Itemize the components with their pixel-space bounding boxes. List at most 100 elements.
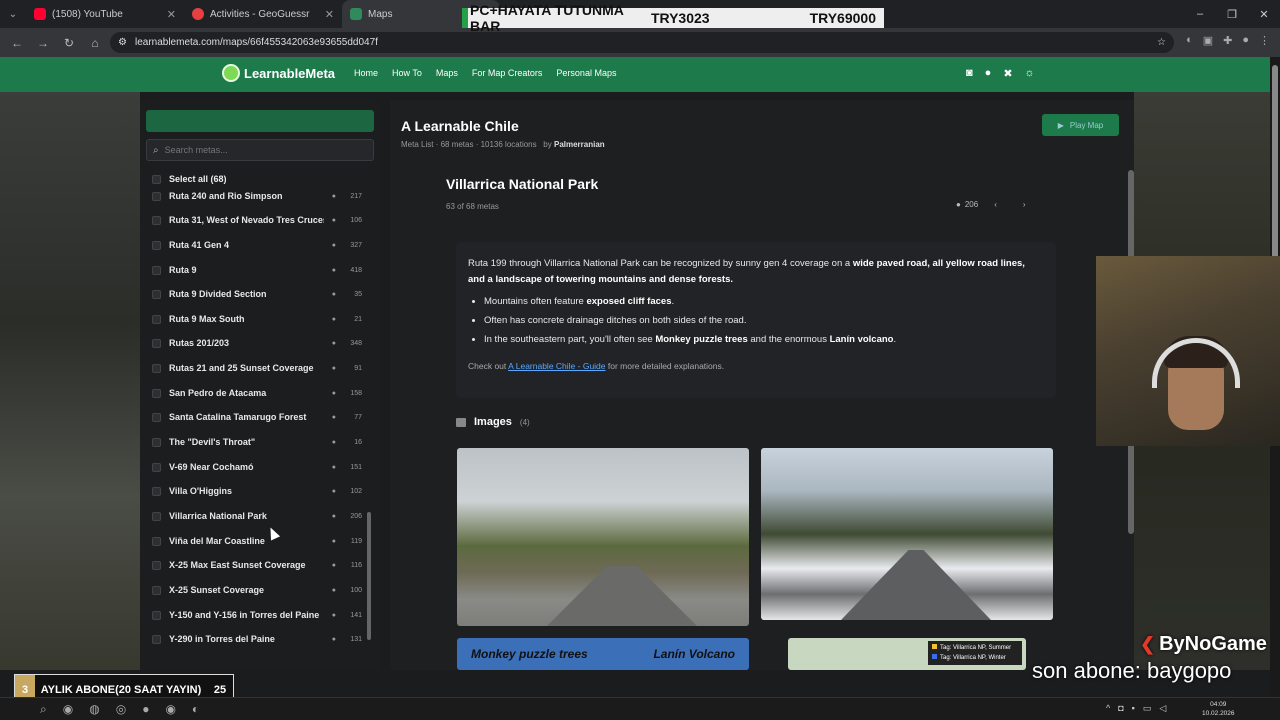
nav-maps[interactable]: Maps bbox=[436, 68, 458, 78]
nav-home[interactable]: Home bbox=[354, 68, 378, 78]
chrome-icon[interactable]: ◎ bbox=[116, 702, 126, 717]
select-all-checkbox[interactable] bbox=[152, 174, 161, 184]
meta-list-item[interactable]: Viña del Mar Coastline ● 119 bbox=[152, 531, 362, 551]
annotated-image[interactable]: Monkey puzzle trees Lanín Volcano bbox=[457, 638, 749, 670]
meta-list-item[interactable]: Rutas 21 and 25 Sunset Coverage ● 91 bbox=[152, 358, 362, 378]
meta-checkbox[interactable] bbox=[152, 585, 161, 595]
site-logo[interactable]: LearnableMeta bbox=[222, 64, 335, 82]
search-icon[interactable]: ⌕ bbox=[40, 702, 47, 717]
background-street-view bbox=[0, 92, 140, 670]
meta-checkbox[interactable] bbox=[152, 289, 161, 299]
meta-checkbox[interactable] bbox=[152, 338, 161, 348]
play-map-button[interactable]: ▶ Play Map bbox=[1042, 114, 1119, 136]
street-view-image[interactable] bbox=[761, 448, 1053, 620]
street-view-image[interactable] bbox=[457, 448, 749, 626]
meta-list-item[interactable]: Ruta 31, West of Nevado Tres Cruces ● 106 bbox=[152, 210, 362, 230]
tab-youtube[interactable]: (1508) YouTube ✕ bbox=[26, 0, 184, 28]
meta-list-item[interactable]: Santa Catalina Tamarugo Forest ● 77 bbox=[152, 407, 362, 427]
tray-arrow-icon[interactable]: ^ bbox=[1106, 703, 1110, 714]
nav-personal-maps[interactable]: Personal Maps bbox=[556, 68, 616, 78]
meta-list-item[interactable]: Ruta 9 Divided Section ● 35 bbox=[152, 284, 362, 304]
tab-geoguessr[interactable]: Activities - GeoGuessr ✕ bbox=[184, 0, 342, 28]
meta-list-item[interactable]: X-25 Sunset Coverage ● 100 bbox=[152, 580, 362, 600]
image-caption: Lanín Volcano bbox=[653, 647, 735, 661]
meta-list-item[interactable]: Ruta 41 Gen 4 ● 327 bbox=[152, 235, 362, 255]
meta-list-item[interactable]: San Pedro de Atacama ● 158 bbox=[152, 383, 362, 403]
tray-icon[interactable]: ◘ bbox=[1118, 703, 1123, 714]
restore-icon[interactable]: ❐ bbox=[1216, 0, 1248, 28]
meta-name: The "Devil's Throat" bbox=[169, 437, 256, 447]
search-metas-input[interactable] bbox=[164, 145, 355, 155]
scrollbar-thumb[interactable] bbox=[367, 512, 371, 640]
meta-list-item[interactable]: Y-150 and Y-156 in Torres del Paine ● 141 bbox=[152, 605, 362, 625]
nav-for-map-creators[interactable]: For Map Creators bbox=[472, 68, 543, 78]
meta-list-item[interactable]: Ruta 240 and Rio Simpson ● 217 bbox=[152, 190, 362, 206]
meta-checkbox[interactable] bbox=[152, 437, 161, 447]
extension-icon[interactable]: ◐ bbox=[1186, 34, 1193, 47]
tools-icon[interactable]: ✖ bbox=[1003, 67, 1012, 80]
tab-search-icon[interactable]: ⌄ bbox=[0, 0, 26, 28]
back-icon[interactable]: ← bbox=[6, 32, 28, 54]
app-icon[interactable]: ◍ bbox=[89, 702, 99, 717]
meta-list-item[interactable]: X-25 Max East Sunset Coverage ● 116 bbox=[152, 555, 362, 575]
site-info-icon[interactable]: ⚙ bbox=[118, 37, 127, 48]
volume-icon[interactable]: ◁ bbox=[1159, 703, 1166, 714]
network-icon[interactable]: ▭ bbox=[1143, 703, 1152, 714]
guide-link[interactable]: A Learnable Chile - Guide bbox=[508, 361, 605, 371]
user-icon[interactable]: ● bbox=[985, 67, 992, 80]
meta-checkbox[interactable] bbox=[152, 314, 161, 324]
forward-icon[interactable]: → bbox=[32, 32, 54, 54]
meta-name: V-69 Near Cochamó bbox=[169, 462, 254, 472]
meta-list-item[interactable]: Ruta 9 Max South ● 21 bbox=[152, 309, 362, 329]
app-icon[interactable]: ◉ bbox=[165, 702, 175, 717]
meta-list-item[interactable]: The "Devil's Throat" ● 16 bbox=[152, 432, 362, 452]
profile-icon[interactable]: ● bbox=[1242, 34, 1249, 47]
meta-checkbox[interactable] bbox=[152, 215, 161, 225]
meta-checkbox[interactable] bbox=[152, 610, 161, 620]
meta-list-item[interactable]: Villa O'Higgins ● 102 bbox=[152, 481, 362, 501]
nav-how-to[interactable]: How To bbox=[392, 68, 422, 78]
meta-checkbox[interactable] bbox=[152, 412, 161, 422]
meta-checkbox[interactable] bbox=[152, 265, 161, 275]
reload-icon[interactable]: ↻ bbox=[58, 32, 80, 54]
meta-checkbox[interactable] bbox=[152, 634, 161, 644]
meta-checkbox[interactable] bbox=[152, 486, 161, 496]
meta-list-item[interactable]: V-69 Near Cochamó ● 151 bbox=[152, 457, 362, 477]
more-menu-icon[interactable]: ⋮ bbox=[1259, 34, 1270, 47]
close-icon[interactable]: ✕ bbox=[325, 8, 334, 21]
meta-checkbox[interactable] bbox=[152, 511, 161, 521]
minimize-icon[interactable]: – bbox=[1184, 0, 1216, 28]
extension-icon[interactable]: ▣ bbox=[1203, 34, 1213, 47]
meta-checkbox[interactable] bbox=[152, 560, 161, 570]
firefox-icon[interactable]: ● bbox=[142, 702, 149, 717]
next-meta-icon[interactable]: › bbox=[1023, 200, 1026, 209]
meta-list-item[interactable]: Rutas 201/203 ● 348 bbox=[152, 333, 362, 353]
sidebar-action-button[interactable] bbox=[146, 110, 374, 132]
meta-checkbox[interactable] bbox=[152, 240, 161, 250]
select-all-row[interactable]: Select all (68) bbox=[152, 174, 227, 184]
app-icon[interactable]: ◉ bbox=[63, 702, 73, 717]
taskbar-clock[interactable]: 04:09 10.02.2026 bbox=[1202, 700, 1235, 718]
meta-checkbox[interactable] bbox=[152, 191, 161, 201]
tray-icon[interactable]: ▪ bbox=[1132, 703, 1135, 714]
meta-checkbox[interactable] bbox=[152, 363, 161, 373]
meta-list-item[interactable]: Ruta 9 ● 418 bbox=[152, 260, 362, 280]
meta-list-item[interactable]: Y-290 in Torres del Paine ● 131 bbox=[152, 629, 362, 644]
home-icon[interactable]: ⌂ bbox=[84, 32, 106, 54]
meta-list-item[interactable]: Villarrica National Park ● 206 bbox=[152, 506, 362, 526]
close-icon[interactable]: ✕ bbox=[167, 8, 176, 21]
close-window-icon[interactable]: ✕ bbox=[1248, 0, 1280, 28]
puzzle-icon[interactable]: ✚ bbox=[1223, 34, 1232, 47]
previous-meta-icon[interactable]: ‹ bbox=[994, 200, 997, 209]
discord-icon[interactable]: ◙ bbox=[966, 67, 973, 80]
map-author[interactable]: Palmerranian bbox=[554, 140, 605, 149]
map-image[interactable]: Tag: Villarrica NP, Summer Tag: Villarri… bbox=[788, 638, 1026, 670]
meta-checkbox[interactable] bbox=[152, 462, 161, 472]
sidebar-scrollbar[interactable] bbox=[366, 170, 372, 650]
meta-checkbox[interactable] bbox=[152, 388, 161, 398]
bookmark-star-icon[interactable]: ☆ bbox=[1157, 37, 1166, 48]
url-field[interactable]: ⚙ learnablemeta.com/maps/66f455342063e93… bbox=[110, 32, 1174, 53]
theme-toggle-icon[interactable]: ☼ bbox=[1025, 67, 1035, 80]
steam-icon[interactable]: ◐ bbox=[192, 702, 199, 717]
meta-checkbox[interactable] bbox=[152, 536, 161, 546]
